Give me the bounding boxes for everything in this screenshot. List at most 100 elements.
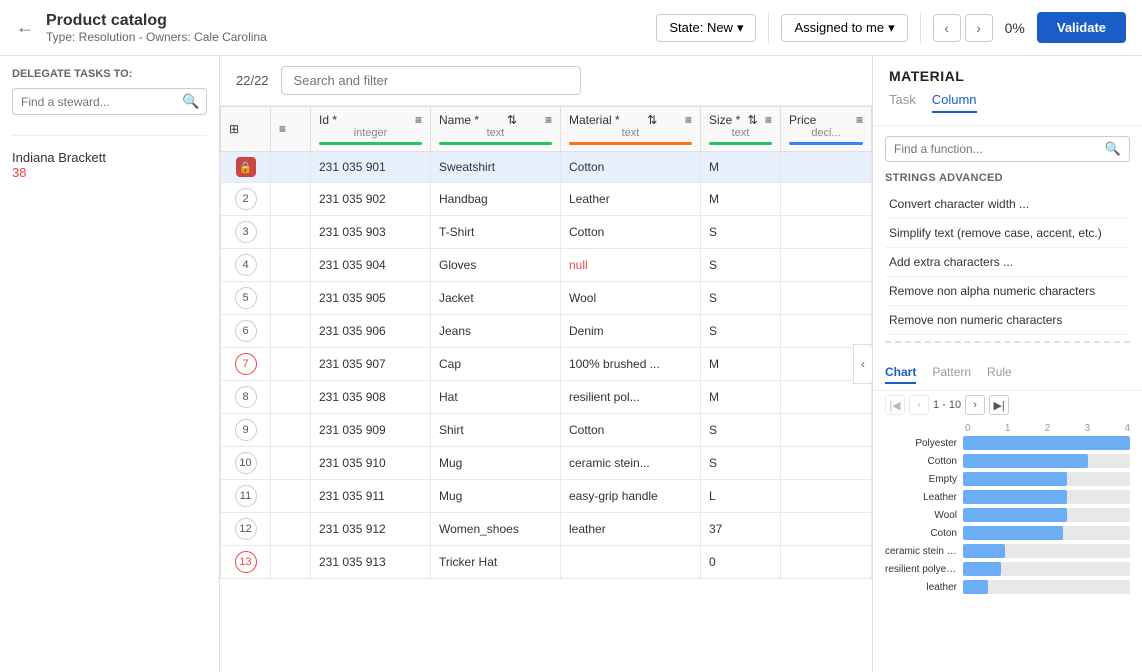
cell-material[interactable] (561, 546, 701, 579)
tab-task[interactable]: Task (889, 92, 916, 113)
function-item[interactable]: Simplify text (remove case, accent, etc.… (885, 219, 1130, 248)
cell-name[interactable]: Shirt (431, 414, 561, 447)
steward-search-input[interactable] (21, 95, 176, 109)
table-row[interactable]: 8 231 035 908 Hat resilient pol... M (221, 381, 872, 414)
cell-price[interactable] (781, 315, 872, 348)
cell-size[interactable]: S (701, 447, 781, 480)
function-search-bar[interactable]: 🔍 (885, 136, 1130, 162)
col-header-material[interactable]: Material * ⇅ ≡ text (561, 107, 701, 152)
table-row[interactable]: 2 231 035 902 Handbag Leather M (221, 183, 872, 216)
cell-name[interactable]: Tricker Hat (431, 546, 561, 579)
cell-size[interactable]: M (701, 348, 781, 381)
cell-id[interactable]: 231 035 912 (311, 513, 431, 546)
table-row[interactable]: 9 231 035 909 Shirt Cotton S (221, 414, 872, 447)
cell-id[interactable]: 231 035 901 (311, 152, 431, 183)
cell-id[interactable]: 231 035 904 (311, 249, 431, 282)
table-row[interactable]: 🔒 231 035 901 Sweatshirt Cotton M (221, 152, 872, 183)
cell-price[interactable] (781, 152, 872, 183)
table-row[interactable]: 13 231 035 913 Tricker Hat 0 (221, 546, 872, 579)
cell-size[interactable]: S (701, 249, 781, 282)
back-button[interactable]: ← (16, 17, 34, 38)
cell-price[interactable] (781, 513, 872, 546)
function-item[interactable]: Remove non alpha numeric characters (885, 277, 1130, 306)
cell-price[interactable] (781, 216, 872, 249)
table-row[interactable]: 3 231 035 903 T-Shirt Cotton S (221, 216, 872, 249)
table-row[interactable]: 5 231 035 905 Jacket Wool S (221, 282, 872, 315)
page-last-button[interactable]: ▶| (989, 395, 1009, 415)
cell-name[interactable]: Gloves (431, 249, 561, 282)
search-input[interactable] (281, 66, 581, 95)
collapse-panel-button[interactable]: ‹ (853, 344, 872, 384)
cell-material[interactable]: null (561, 249, 701, 282)
assigned-to-me-button[interactable]: Assigned to me ▾ (781, 14, 907, 42)
col-header-name[interactable]: Name * ⇅ ≡ text (431, 107, 561, 152)
cell-size[interactable]: 0 (701, 546, 781, 579)
col-price-menu[interactable]: ≡ (856, 113, 863, 127)
validate-button[interactable]: Validate (1037, 12, 1126, 43)
col-size-sort[interactable]: ⇅ (748, 113, 758, 127)
page-next-button[interactable]: › (965, 395, 985, 415)
cell-material[interactable]: Wool (561, 282, 701, 315)
table-row[interactable]: 4 231 035 904 Gloves null S (221, 249, 872, 282)
cell-material[interactable]: Denim (561, 315, 701, 348)
col-size-menu[interactable]: ≡ (765, 113, 772, 127)
cell-name[interactable]: Mug (431, 447, 561, 480)
forward-arrow-button[interactable]: › (965, 14, 993, 42)
col-header-size[interactable]: Size * ⇅ ≡ text (701, 107, 781, 152)
cell-price[interactable] (781, 249, 872, 282)
cell-size[interactable]: S (701, 216, 781, 249)
page-prev-button[interactable]: ‹ (909, 395, 929, 415)
chart-tab-chart[interactable]: Chart (885, 365, 916, 384)
function-search-input[interactable] (894, 142, 1099, 156)
cell-material[interactable]: leather (561, 513, 701, 546)
cell-size[interactable]: 37 (701, 513, 781, 546)
function-item[interactable]: Add extra characters ... (885, 248, 1130, 277)
cell-size[interactable]: S (701, 315, 781, 348)
menu-icon[interactable]: ≡ (279, 122, 286, 136)
cell-name[interactable]: Sweatshirt (431, 152, 561, 183)
chart-tab-pattern[interactable]: Pattern (932, 365, 971, 384)
cell-id[interactable]: 231 035 906 (311, 315, 431, 348)
cell-size[interactable]: M (701, 152, 781, 183)
cell-id[interactable]: 231 035 903 (311, 216, 431, 249)
table-row[interactable]: 7 231 035 907 Cap 100% brushed ... M (221, 348, 872, 381)
search-icon[interactable]: 🔍 (182, 93, 199, 110)
state-button[interactable]: State: New ▾ (656, 14, 756, 42)
cell-id[interactable]: 231 035 909 (311, 414, 431, 447)
cell-id[interactable]: 231 035 910 (311, 447, 431, 480)
table-row[interactable]: 11 231 035 911 Mug easy-grip handle L (221, 480, 872, 513)
col-name-sort[interactable]: ⇅ (507, 113, 517, 127)
cell-name[interactable]: Jacket (431, 282, 561, 315)
cell-price[interactable] (781, 414, 872, 447)
cell-size[interactable]: M (701, 381, 781, 414)
cell-material[interactable]: resilient pol... (561, 381, 701, 414)
chart-tab-rule[interactable]: Rule (987, 365, 1012, 384)
cell-material[interactable]: 100% brushed ... (561, 348, 701, 381)
cell-material[interactable]: Cotton (561, 216, 701, 249)
search-func-icon[interactable]: 🔍 (1105, 141, 1121, 157)
cell-name[interactable]: Handbag (431, 183, 561, 216)
cell-size[interactable]: S (701, 282, 781, 315)
page-first-button[interactable]: |◀ (885, 395, 905, 415)
cell-name[interactable]: Mug (431, 480, 561, 513)
cell-material[interactable]: Cotton (561, 414, 701, 447)
cell-price[interactable] (781, 183, 872, 216)
col-header-id[interactable]: Id * ≡ integer (311, 107, 431, 152)
cell-price[interactable] (781, 282, 872, 315)
cell-name[interactable]: Women_shoes (431, 513, 561, 546)
cell-name[interactable]: T-Shirt (431, 216, 561, 249)
cell-id[interactable]: 231 035 905 (311, 282, 431, 315)
table-row[interactable]: 10 231 035 910 Mug ceramic stein... S (221, 447, 872, 480)
cell-material[interactable]: easy-grip handle (561, 480, 701, 513)
cell-price[interactable] (781, 546, 872, 579)
cell-id[interactable]: 231 035 913 (311, 546, 431, 579)
cell-id[interactable]: 231 035 908 (311, 381, 431, 414)
function-item[interactable]: Remove non numeric characters (885, 306, 1130, 335)
search-bar[interactable] (281, 66, 581, 95)
cell-material[interactable]: Leather (561, 183, 701, 216)
cell-name[interactable]: Cap (431, 348, 561, 381)
col-id-menu[interactable]: ≡ (415, 113, 422, 127)
cell-material[interactable]: ceramic stein... (561, 447, 701, 480)
cell-size[interactable]: S (701, 414, 781, 447)
steward-item[interactable]: Indiana Brackett 38 (12, 144, 207, 186)
